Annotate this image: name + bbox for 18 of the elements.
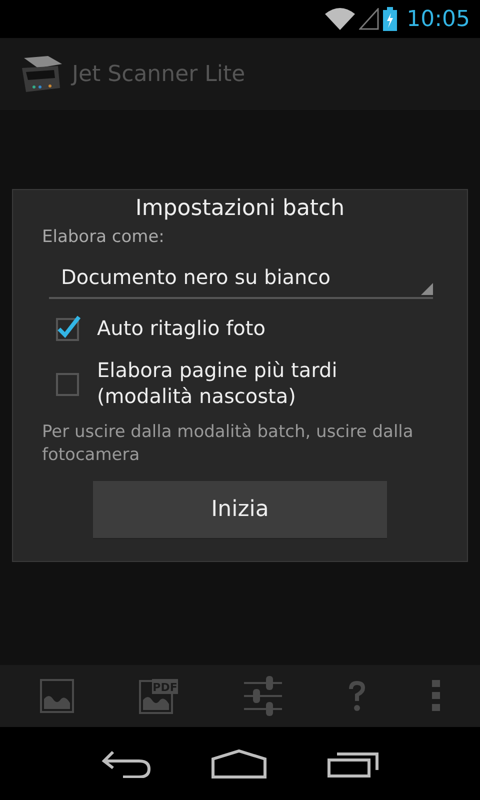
dropdown-corner-icon	[421, 283, 433, 295]
recent-apps-icon[interactable]	[327, 750, 379, 778]
sliders-icon[interactable]	[244, 676, 282, 716]
clock-time: 10:05	[406, 6, 470, 32]
start-button[interactable]: Inizia	[93, 481, 387, 539]
wifi-icon	[324, 8, 355, 30]
back-icon[interactable]	[101, 750, 151, 778]
dialog-title: Impostazioni batch	[134, 195, 346, 223]
hint-text: Per uscire dalla modalità batch, uscire dalla fotocamera	[41, 421, 414, 467]
option-label[interactable]: Auto ritaglio foto	[97, 315, 397, 341]
app-title: Jet Scanner Lite	[72, 62, 246, 86]
checkbox[interactable]	[53, 313, 83, 343]
field-label: Elabora come:	[41, 227, 166, 247]
signal-icon	[358, 8, 379, 30]
battery-charging-icon	[382, 7, 397, 31]
option-label[interactable]: Elabora pagine più tardi (modalità nascosta)	[97, 357, 397, 409]
mode-dropdown[interactable]: Documento nero su bianco	[49, 257, 433, 299]
home-icon[interactable]	[211, 748, 267, 778]
